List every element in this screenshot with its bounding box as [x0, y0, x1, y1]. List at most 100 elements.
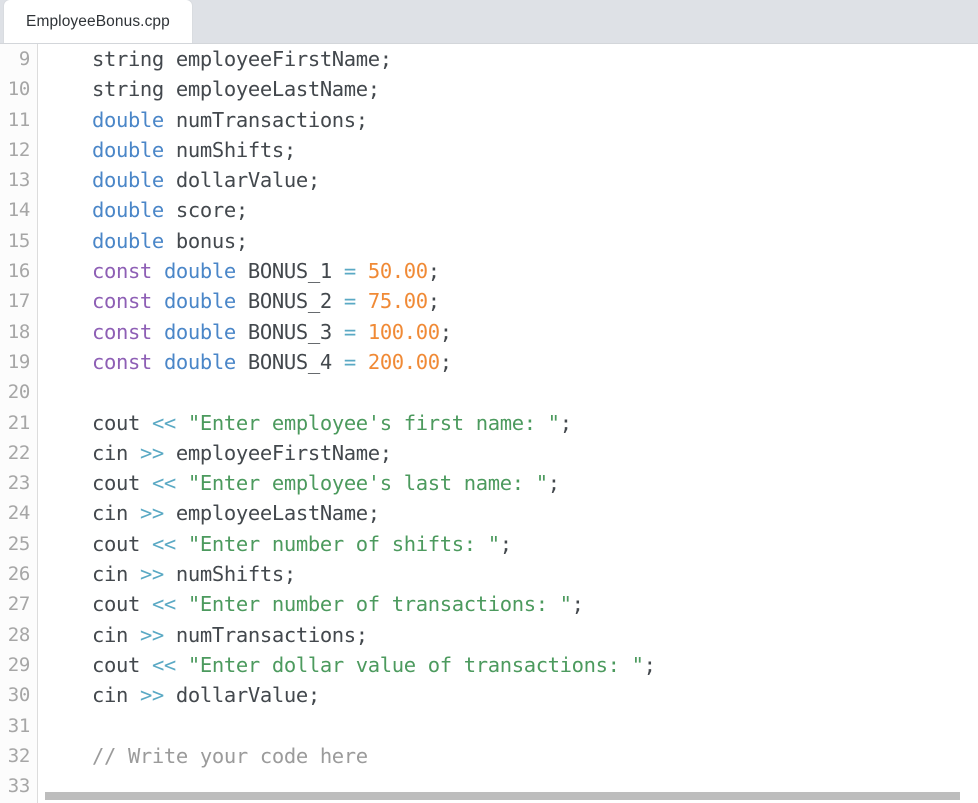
horizontal-scrollbar-thumb[interactable] [45, 792, 960, 800]
code-token: double [91, 228, 164, 253]
code-token: double [91, 168, 164, 193]
code-token: << [151, 531, 176, 556]
code-line[interactable]: 26 cin >> numShifts; [0, 559, 978, 589]
code-line[interactable]: 27 cout << "Enter number of transactions… [0, 589, 978, 619]
code-token: 100.00 [367, 319, 440, 344]
code-token: dollarValue; [163, 168, 320, 193]
code-line[interactable]: 17 const double BONUS_2 = 75.00; [0, 286, 978, 316]
code-token: = [343, 319, 356, 344]
code-line[interactable]: 22 cin >> employeeFirstName; [0, 438, 978, 468]
code-line-text: cout << "Enter number of transactions: "… [44, 589, 584, 619]
code-token: = [343, 289, 356, 314]
code-token: "Enter number of transactions: " [187, 592, 572, 617]
code-token: double [163, 319, 236, 344]
code-line[interactable]: 15 double bonus; [0, 226, 978, 256]
code-token: ; [547, 471, 560, 496]
code-line[interactable]: 29 cout << "Enter dollar value of transa… [0, 650, 978, 680]
code-token: double [163, 289, 236, 314]
code-line[interactable]: 23 cout << "Enter employee's last name: … [0, 468, 978, 498]
code-line-text: const double BONUS_4 = 200.00; [44, 347, 452, 377]
code-line[interactable]: 28 cin >> numTransactions; [0, 620, 978, 650]
code-token: ; [439, 319, 452, 344]
code-line[interactable]: 18 const double BONUS_3 = 100.00; [0, 317, 978, 347]
code-line[interactable]: 32 // Write your code here [0, 741, 978, 771]
code-token: const [91, 259, 152, 284]
horizontal-scrollbar-track[interactable] [39, 789, 978, 803]
code-token: 75.00 [367, 289, 428, 314]
code-token: string [91, 77, 164, 102]
code-line[interactable]: 14 double score; [0, 195, 978, 225]
code-token: const [91, 349, 152, 374]
line-number: 17 [7, 290, 31, 313]
tab-strip: EmployeeBonus.cpp [0, 0, 978, 43]
code-token: cin [44, 562, 140, 587]
code-line[interactable]: 16 const double BONUS_1 = 50.00; [0, 256, 978, 286]
code-content[interactable]: 9 string employeeFirstName; 10 string emp… [0, 44, 978, 803]
code-line[interactable]: 31 [0, 711, 978, 741]
code-line[interactable]: 25 cout << "Enter number of shifts: "; [0, 529, 978, 559]
code-token: numShifts; [163, 137, 296, 162]
code-token: numTransactions; [163, 622, 368, 647]
line-number: 24 [7, 502, 31, 525]
line-number: 30 [7, 684, 31, 707]
code-line-text: double bonus; [44, 226, 248, 256]
line-number: 20 [7, 381, 31, 404]
code-token: = [343, 349, 356, 374]
code-line-text: string employeeLastName; [44, 74, 380, 104]
code-token: >> [139, 562, 164, 587]
line-number: 33 [7, 775, 31, 798]
line-number: 11 [7, 108, 31, 131]
code-token: << [151, 410, 176, 435]
code-editor[interactable]: 9 string employeeFirstName; 10 string emp… [0, 44, 978, 803]
tab-bar: EmployeeBonus.cpp [0, 0, 978, 44]
code-token: employeeFirstName; [163, 440, 392, 465]
code-line-text: double score; [44, 195, 248, 225]
code-line[interactable]: 10 string employeeLastName; [0, 74, 978, 104]
editor-tab[interactable]: EmployeeBonus.cpp [3, 0, 193, 43]
code-line-text: cout << "Enter dollar value of transacti… [44, 650, 656, 680]
line-number: 25 [7, 532, 31, 555]
code-token: BONUS_4 [235, 349, 344, 374]
code-line-text: // Write your code here [44, 741, 368, 771]
code-line[interactable]: 11 double numTransactions; [0, 105, 978, 135]
code-line-text: cin >> dollarValue; [44, 680, 320, 710]
code-line[interactable]: 30 cin >> dollarValue; [0, 680, 978, 710]
code-token: employeeLastName; [163, 501, 380, 526]
code-line[interactable]: 24 cin >> employeeLastName; [0, 498, 978, 528]
line-number: 19 [7, 350, 31, 373]
code-token: dollarValue; [163, 683, 320, 708]
code-line-text: cout << "Enter number of shifts: "; [44, 529, 512, 559]
code-line-text: double numTransactions; [44, 105, 368, 135]
code-token: ; [427, 289, 440, 314]
code-token: ; [427, 259, 440, 284]
line-number: 15 [7, 229, 31, 252]
code-token: = [343, 259, 356, 284]
code-line-text: const double BONUS_1 = 50.00; [44, 256, 440, 286]
code-line[interactable]: 12 double numShifts; [0, 135, 978, 165]
code-line[interactable]: 13 double dollarValue; [0, 165, 978, 195]
code-token: 200.00 [367, 349, 440, 374]
code-line[interactable]: 9 string employeeFirstName; [0, 44, 978, 74]
code-token: cout [44, 410, 152, 435]
code-token: cin [44, 440, 140, 465]
code-token: BONUS_3 [235, 319, 344, 344]
code-line[interactable]: 19 const double BONUS_4 = 200.00; [0, 347, 978, 377]
code-token: << [151, 592, 176, 617]
code-line[interactable]: 20 [0, 377, 978, 407]
code-token: double [91, 198, 164, 223]
code-line[interactable]: 21 cout << "Enter employee's first name:… [0, 408, 978, 438]
code-line-text: const double BONUS_3 = 100.00; [44, 317, 452, 347]
code-token: >> [139, 683, 164, 708]
